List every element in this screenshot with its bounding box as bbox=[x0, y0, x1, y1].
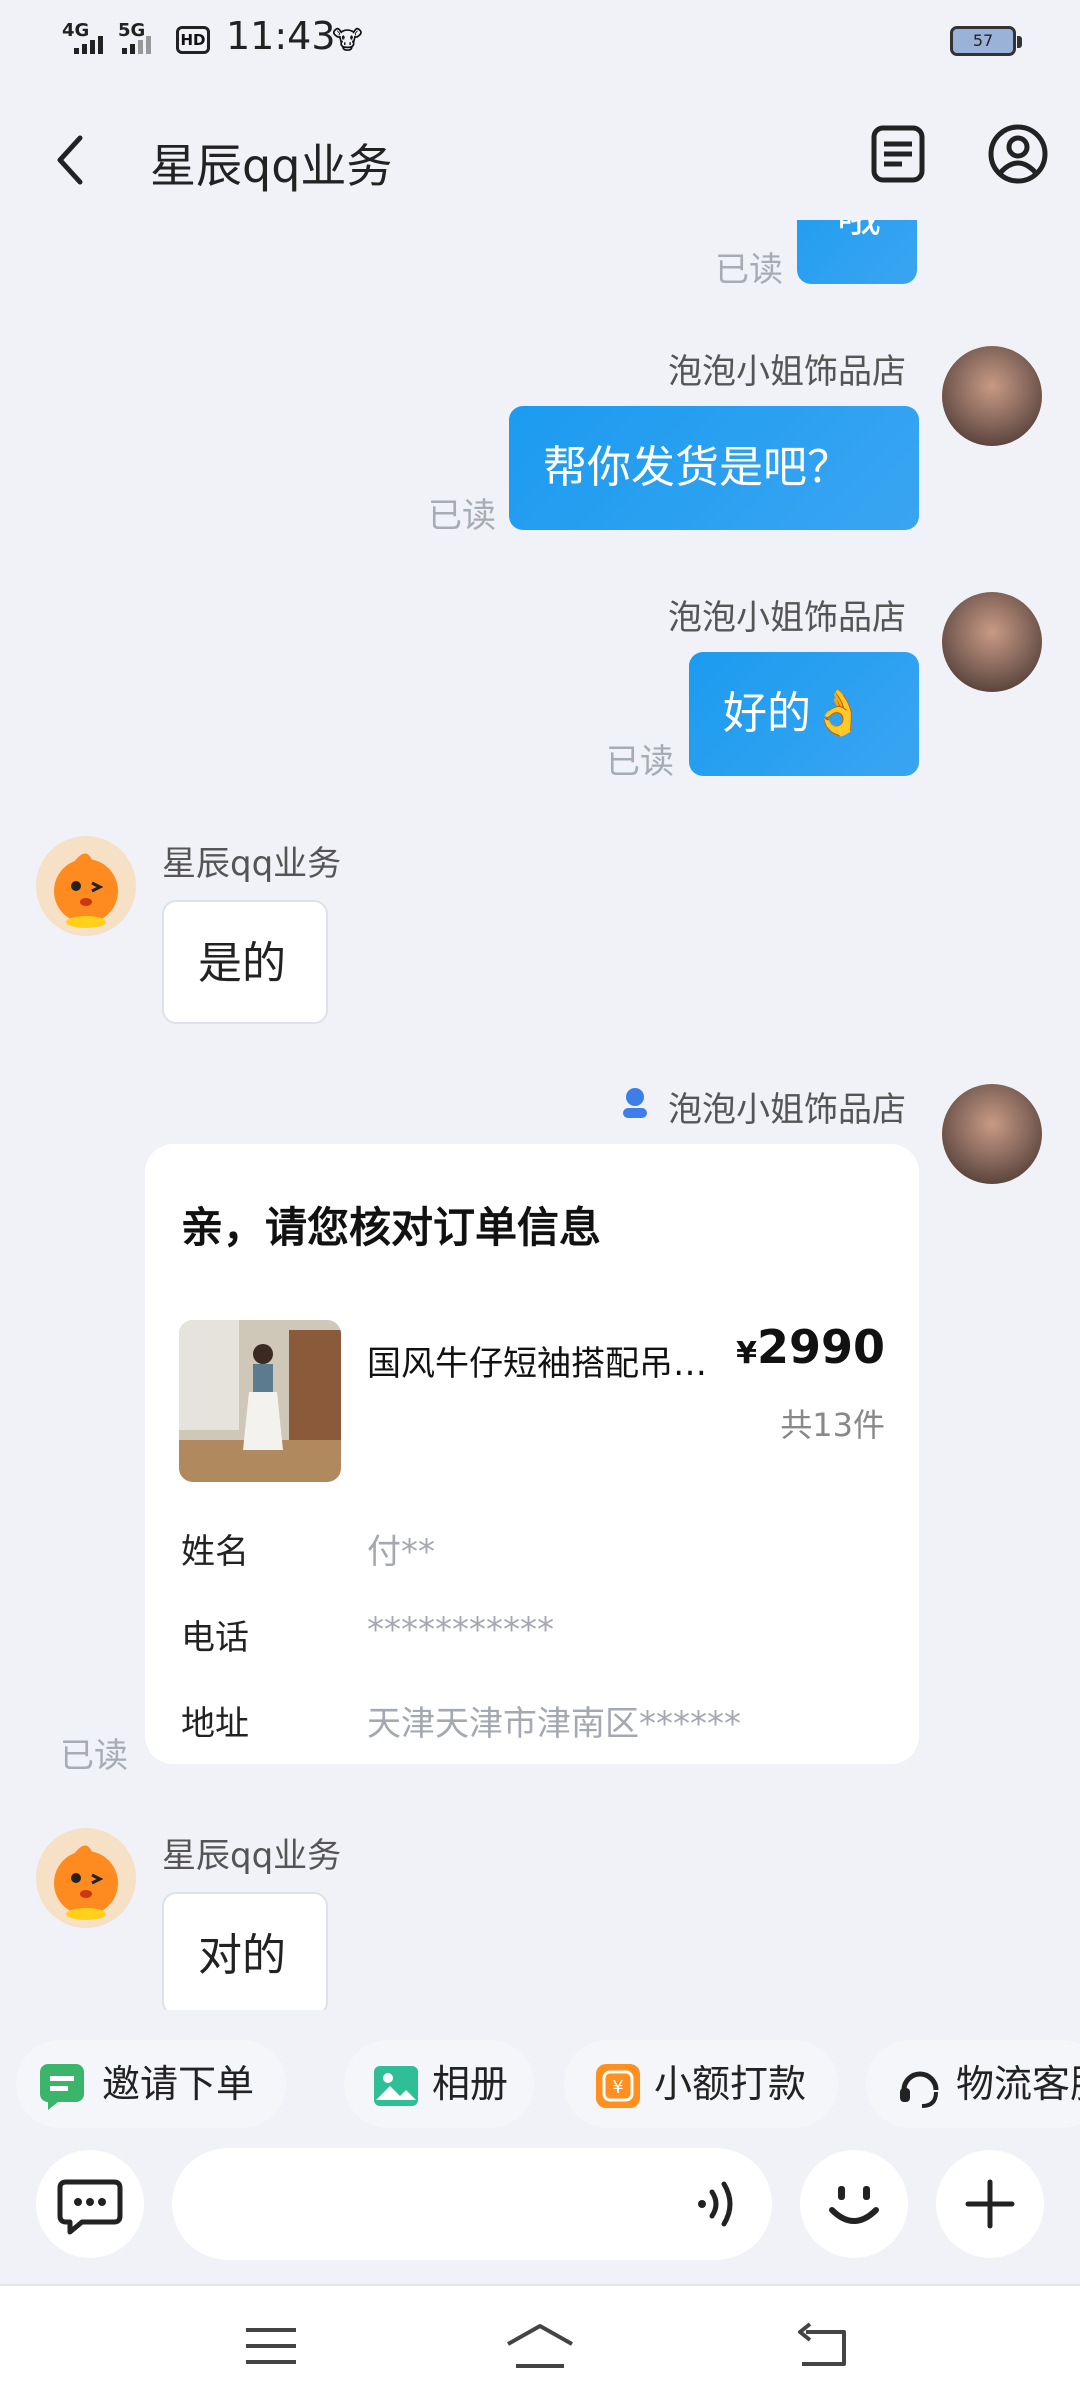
avatar-shop[interactable] bbox=[942, 592, 1042, 692]
quick-action-label: 小额打款 bbox=[654, 2062, 807, 2106]
status-bar: 4G 5G HD 11:43 🐮 57 bbox=[0, 0, 1080, 80]
svg-text:¥: ¥ bbox=[612, 2077, 623, 2098]
price-value: 2990 bbox=[756, 1320, 885, 1374]
smile-icon bbox=[829, 2186, 879, 2224]
quick-action-bar: 邀请下单 相册 ¥ 小额打款 物流客服 bbox=[0, 2040, 1080, 2130]
headset-icon bbox=[900, 2071, 939, 2108]
message-bubble-outgoing[interactable]: 哦 bbox=[797, 220, 917, 284]
sender-name: 泡泡小姐饰品店 bbox=[668, 598, 906, 638]
payment-icon: ¥ bbox=[596, 2064, 640, 2108]
order-card-title: 亲，请您核对订单信息 bbox=[181, 1203, 602, 1252]
profile-icon[interactable] bbox=[986, 122, 1050, 186]
quick-action-logistics[interactable]: 物流客服 bbox=[866, 2040, 1080, 2128]
album-icon bbox=[374, 2066, 418, 2106]
hd-icon: HD bbox=[176, 26, 210, 54]
quick-action-label: 物流客服 bbox=[956, 2062, 1080, 2106]
back-arrow-icon[interactable] bbox=[50, 130, 90, 190]
emoji-button[interactable] bbox=[800, 2150, 908, 2258]
message-bubble-incoming[interactable]: 对的 bbox=[162, 1892, 328, 2010]
chat-header: 星辰qq业务 bbox=[0, 90, 1080, 220]
back-nav-icon[interactable] bbox=[796, 2322, 850, 2370]
message-input[interactable] bbox=[172, 2148, 772, 2260]
page-title: 星辰qq业务 bbox=[150, 139, 393, 193]
sender-name: 泡泡小姐饰品店 bbox=[668, 352, 906, 392]
order-list-icon[interactable] bbox=[866, 122, 930, 186]
read-receipt: 已读 bbox=[60, 1736, 128, 1776]
product-price: ¥2990 bbox=[736, 1320, 885, 1374]
system-nav-bar bbox=[0, 2284, 1080, 2408]
avatar-bot[interactable] bbox=[36, 836, 136, 936]
message-bubble-incoming[interactable]: 是的 bbox=[162, 900, 328, 1024]
avatar-shop[interactable] bbox=[942, 346, 1042, 446]
quick-reply-button[interactable] bbox=[36, 2150, 144, 2258]
sender-name: 星辰qq业务 bbox=[162, 844, 342, 884]
quick-action-invite-order[interactable]: 邀请下单 bbox=[16, 2040, 286, 2128]
quick-action-label: 相册 bbox=[432, 2062, 509, 2106]
read-receipt: 已读 bbox=[428, 496, 496, 536]
message-list[interactable]: 哦 已读 泡泡小姐饰品店 帮你发货是吧？ 已读 泡泡小姐饰品店 好的👌 已读 星… bbox=[0, 220, 1080, 2010]
voice-icon[interactable] bbox=[692, 2176, 742, 2232]
input-bar bbox=[0, 2140, 1080, 2280]
menu-icon[interactable] bbox=[244, 2324, 298, 2368]
sender-name: 泡泡小姐饰品店 bbox=[668, 1090, 906, 1130]
product-thumbnail[interactable] bbox=[179, 1320, 341, 1482]
home-icon[interactable] bbox=[504, 2322, 576, 2370]
orange-mascot-icon bbox=[54, 853, 118, 928]
product-name: 国风牛仔短袖搭配吊… bbox=[367, 1344, 707, 1384]
phone-value: *********** bbox=[367, 1610, 554, 1650]
name-value: 付** bbox=[367, 1532, 435, 1572]
product-image bbox=[179, 1320, 341, 1482]
avatar-shop[interactable] bbox=[942, 1084, 1042, 1184]
quick-action-album[interactable]: 相册 bbox=[344, 2040, 534, 2128]
battery-icon: 57 bbox=[950, 26, 1022, 56]
quick-action-label: 邀请下单 bbox=[102, 2062, 255, 2106]
address-value: 天津天津市津南区****** bbox=[367, 1704, 741, 1744]
avatar-bot[interactable] bbox=[36, 1828, 136, 1928]
currency-symbol: ¥ bbox=[736, 1336, 757, 1371]
bull-icon: 🐮 bbox=[332, 26, 363, 56]
quick-action-small-payment[interactable]: ¥ 小额打款 bbox=[564, 2040, 838, 2128]
read-receipt: 已读 bbox=[606, 742, 674, 782]
address-label: 地址 bbox=[181, 1704, 249, 1744]
name-label: 姓名 bbox=[181, 1532, 249, 1572]
orange-mascot-icon bbox=[54, 1845, 118, 1920]
order-card[interactable]: 亲，请您核对订单信息 国风牛仔短袖搭配吊… ¥2990 共13件 姓名 付** … bbox=[145, 1144, 919, 1764]
clock: 11:43 bbox=[226, 14, 336, 58]
signal-icon bbox=[74, 36, 103, 54]
chat-bubble-icon bbox=[57, 2179, 123, 2235]
read-receipt: 已读 bbox=[715, 250, 783, 290]
more-button[interactable] bbox=[936, 2150, 1044, 2258]
message-bubble-outgoing[interactable]: 帮你发货是吧？ bbox=[509, 406, 919, 530]
shop-staff-icon bbox=[623, 1088, 647, 1118]
phone-label: 电话 bbox=[181, 1618, 249, 1658]
plus-icon bbox=[965, 2179, 1015, 2229]
sender-name: 星辰qq业务 bbox=[162, 1836, 342, 1876]
signal-icon bbox=[122, 36, 151, 54]
message-bubble-outgoing[interactable]: 好的👌 bbox=[689, 652, 919, 776]
product-quantity: 共13件 bbox=[780, 1406, 885, 1444]
invite-order-icon bbox=[40, 2064, 84, 2110]
